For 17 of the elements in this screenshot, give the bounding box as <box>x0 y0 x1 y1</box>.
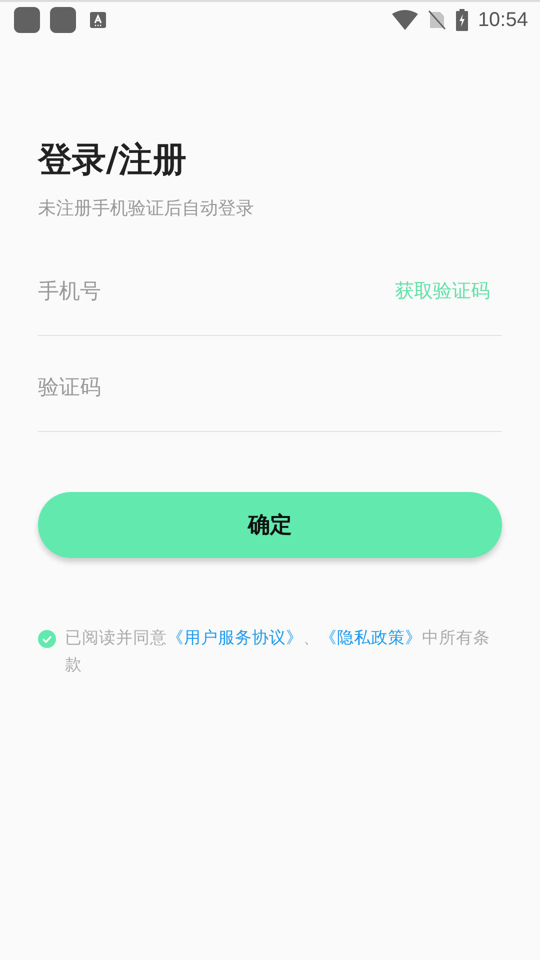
page-title: 登录/注册 <box>38 139 188 182</box>
agreement-link[interactable]: 《用户服务协议》 <box>167 628 303 647</box>
no-sim-icon <box>428 10 446 30</box>
agreement-text: 已阅读并同意《用户服务协议》、《隐私政策》中所有条款 <box>65 627 490 676</box>
app-icon <box>14 7 40 33</box>
wifi-icon <box>392 10 418 30</box>
code-input-field[interactable]: 验证码 <box>38 374 502 398</box>
agreement-link[interactable]: 《隐私政策》 <box>320 628 422 647</box>
confirm-button[interactable]: 确定 <box>38 492 502 558</box>
battery-icon <box>456 9 468 31</box>
keyboard-icon <box>90 12 106 28</box>
app-icon <box>50 7 76 33</box>
get-code-link[interactable]: 获取验证码 <box>395 278 502 304</box>
subtitle: 未注册手机验证后自动登录 <box>38 197 255 220</box>
check-icon[interactable] <box>38 630 56 648</box>
phone-input-field[interactable]: 手机号 <box>38 278 395 302</box>
clock-time: 10:54 <box>478 8 528 32</box>
